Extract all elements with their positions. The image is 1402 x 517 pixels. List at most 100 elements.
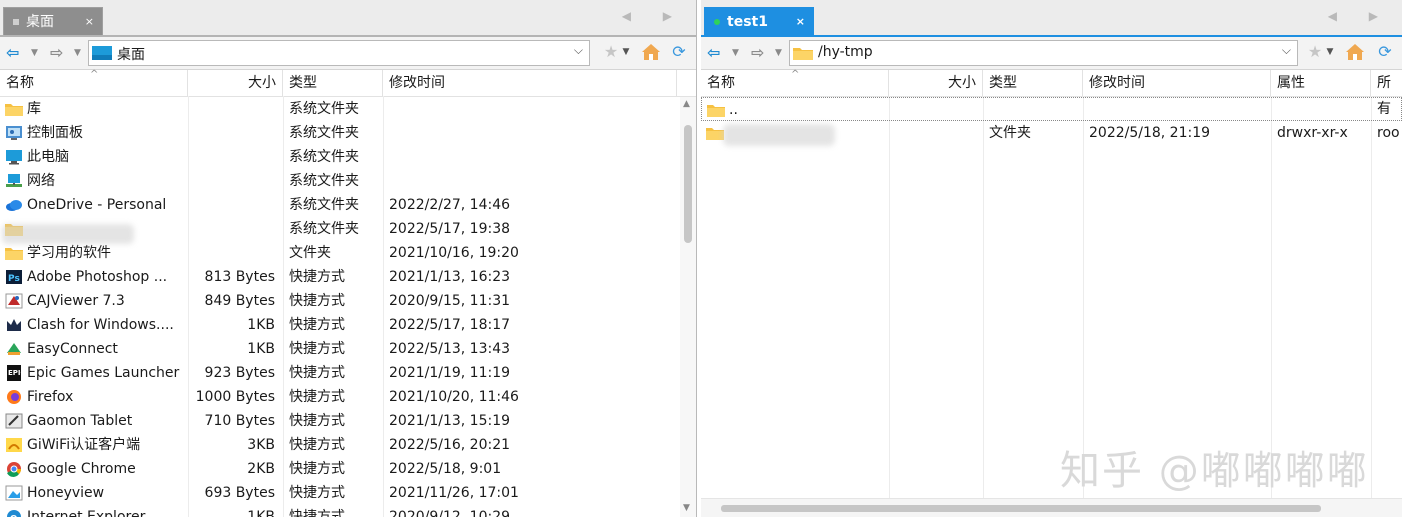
file-name: Adobe Photoshop ...: [27, 269, 168, 285]
refresh-icon[interactable]: ⟳: [668, 41, 690, 63]
name-cell: Google Chrome: [0, 457, 188, 481]
forward-dropdown-icon[interactable]: ▼: [775, 42, 782, 64]
size-cell: [188, 193, 275, 217]
type-cell: 快捷方式: [289, 365, 345, 381]
modified-cell: 2021/11/26, 17:01: [389, 485, 519, 501]
tab-close-icon[interactable]: ×: [796, 8, 805, 36]
forward-arrow-icon[interactable]: ⇨: [751, 42, 764, 64]
type-cell: 快捷方式: [289, 317, 345, 333]
type-cell: 系统文件夹: [289, 125, 359, 141]
name-cell: GiWiFi认证客户端: [0, 433, 188, 457]
size-cell: [188, 217, 275, 241]
name-cell: Gaomon Tablet: [0, 409, 188, 433]
name-cell: 控制面板: [0, 121, 188, 145]
tab-desktop[interactable]: 桌面 ×: [3, 7, 103, 35]
horizontal-scrollbar[interactable]: [701, 498, 1402, 517]
column-header-modified[interactable]: 修改时间: [1083, 70, 1271, 96]
scrollbar-thumb[interactable]: [684, 125, 692, 243]
vertical-scrollbar[interactable]: ▲ ▼: [680, 97, 696, 517]
forward-dropdown-icon[interactable]: ▼: [74, 42, 81, 64]
forward-arrow-icon[interactable]: ⇨: [50, 42, 63, 64]
modified-cell: [383, 121, 679, 145]
modified-cell: 2022/5/18, 21:19: [1089, 125, 1211, 141]
file-row[interactable]: 学习用的软件 文件夹 2021/10/16, 19:20: [0, 241, 696, 265]
tab-bar: 桌面 × ◀ ▶: [0, 0, 696, 36]
column-header-owner[interactable]: 所有: [1371, 70, 1402, 117]
refresh-icon[interactable]: ⟳: [1374, 41, 1396, 63]
owner-cell: [1372, 98, 1402, 122]
back-arrow-icon[interactable]: ⇦: [6, 42, 19, 64]
column-header-modified[interactable]: 修改时间: [383, 70, 677, 96]
tab-close-icon[interactable]: ×: [85, 8, 94, 36]
address-bar[interactable]: 桌面 ⌵: [88, 40, 590, 66]
owner-cell: roo: [1377, 125, 1400, 141]
column-header: 名称 ^ 大小 类型 修改时间: [0, 69, 696, 97]
file-row[interactable]: 控制面板 系统文件夹: [0, 121, 696, 145]
file-row[interactable]: 网络 系统文件夹: [0, 169, 696, 193]
file-name: 此电脑: [27, 149, 69, 165]
address-dropdown-icon[interactable]: ⌵: [1282, 43, 1291, 58]
file-row[interactable]: 库 系统文件夹: [0, 97, 696, 121]
bookmark-star-icon[interactable]: ★: [1304, 41, 1326, 63]
column-header-type[interactable]: 类型: [983, 70, 1083, 96]
file-row[interactable]: Honeyview 693 Bytes 快捷方式 2021/11/26, 17:01: [0, 481, 696, 505]
tab-scroll-arrows-icon[interactable]: ◀ ▶: [1328, 9, 1392, 23]
modified-cell: [383, 145, 679, 169]
file-name: Epic Games Launcher: [27, 365, 180, 381]
file-row[interactable]: Ps Adobe Photoshop ... 813 Bytes 快捷方式 2021/1…: [0, 265, 696, 289]
column-header-name[interactable]: 名称 ^: [0, 69, 188, 96]
column-header-name[interactable]: 名称 ^: [701, 69, 889, 96]
file-row[interactable]: e Internet Explorer 1KB 快捷方式 2020/9/12, 10:2…: [0, 505, 696, 517]
tab-scroll-arrows-icon[interactable]: ◀ ▶: [622, 9, 686, 23]
file-row[interactable]: 此电脑 系统文件夹: [0, 145, 696, 169]
size-cell: 923 Bytes: [204, 365, 275, 381]
name-cell: Ps Adobe Photoshop ...: [0, 265, 188, 289]
back-dropdown-icon[interactable]: ▼: [31, 42, 38, 64]
file-row[interactable]: ..: [701, 97, 1402, 121]
file-row[interactable]: Clash for Windows.... 1KB 快捷方式 2022/5/17, 1…: [0, 313, 696, 337]
column-header-name-label: 名称: [707, 75, 735, 91]
file-row[interactable]: Gaomon Tablet 710 Bytes 快捷方式 2021/1/13, 15:…: [0, 409, 696, 433]
gaomon-icon: [5, 413, 23, 429]
file-row[interactable]: Firefox 1000 Bytes 快捷方式 2021/10/20, 11:46: [0, 385, 696, 409]
column-header-type[interactable]: 类型: [283, 70, 383, 96]
file-row[interactable]: OneDrive - Personal 系统文件夹 2022/2/27, 14:46: [0, 193, 696, 217]
size-cell: 2KB: [247, 461, 275, 477]
epic-games-icon: EPIC: [5, 365, 23, 381]
svg-text:e: e: [10, 511, 17, 517]
local-pane: 桌面 × ◀ ▶ ⇦ ▼ ⇨ ▼ 桌面 ⌵ ★ ▼ ⟳ 名称 ^ 大小 类型 修…: [0, 0, 697, 517]
column-header-attributes[interactable]: 属性: [1271, 70, 1371, 96]
address-bar[interactable]: /hy-tmp ⌵: [789, 40, 1298, 66]
file-row[interactable]: EasyConnect 1KB 快捷方式 2022/5/13, 13:43: [0, 337, 696, 361]
ie-icon: e: [5, 509, 23, 517]
back-dropdown-icon[interactable]: ▼: [732, 42, 739, 64]
file-row[interactable]: GiWiFi认证客户端 3KB 快捷方式 2022/5/16, 20:21: [0, 433, 696, 457]
name-cell: CAJViewer 7.3: [0, 289, 188, 313]
tab-label: test1: [727, 14, 768, 30]
file-row[interactable]: Google Chrome 2KB 快捷方式 2022/5/18, 9:01: [0, 457, 696, 481]
back-arrow-icon[interactable]: ⇦: [707, 42, 720, 64]
file-row[interactable]: EPIC Epic Games Launcher 923 Bytes 快捷方式 2021…: [0, 361, 696, 385]
attributes-cell: drwxr-xr-x: [1277, 125, 1348, 141]
redacted-name: [2, 224, 134, 244]
file-name: 网络: [27, 173, 55, 189]
tab-test1[interactable]: test1 ×: [704, 7, 814, 35]
scroll-up-icon[interactable]: ▲: [683, 99, 690, 109]
control-panel-icon: [5, 125, 23, 141]
scroll-down-icon[interactable]: ▼: [683, 503, 690, 513]
home-icon[interactable]: [1344, 41, 1366, 63]
column-header-size[interactable]: 大小: [889, 70, 983, 96]
modified-cell: 2022/5/13, 13:43: [389, 341, 511, 357]
file-row[interactable]: CAJViewer 7.3 849 Bytes 快捷方式 2020/9/15, 11:…: [0, 289, 696, 313]
bookmark-dropdown-icon[interactable]: ▼: [1324, 41, 1336, 63]
type-cell: 快捷方式: [289, 437, 345, 453]
bookmark-dropdown-icon[interactable]: ▼: [620, 41, 632, 63]
address-dropdown-icon[interactable]: ⌵: [574, 43, 583, 58]
home-icon[interactable]: [640, 41, 662, 63]
desktop-icon: [92, 46, 112, 60]
bookmark-star-icon[interactable]: ★: [600, 41, 622, 63]
scrollbar-thumb[interactable]: [721, 505, 1321, 512]
column-header-size[interactable]: 大小: [188, 70, 283, 96]
modified-cell: [1084, 98, 1278, 122]
type-cell: 快捷方式: [289, 485, 345, 501]
